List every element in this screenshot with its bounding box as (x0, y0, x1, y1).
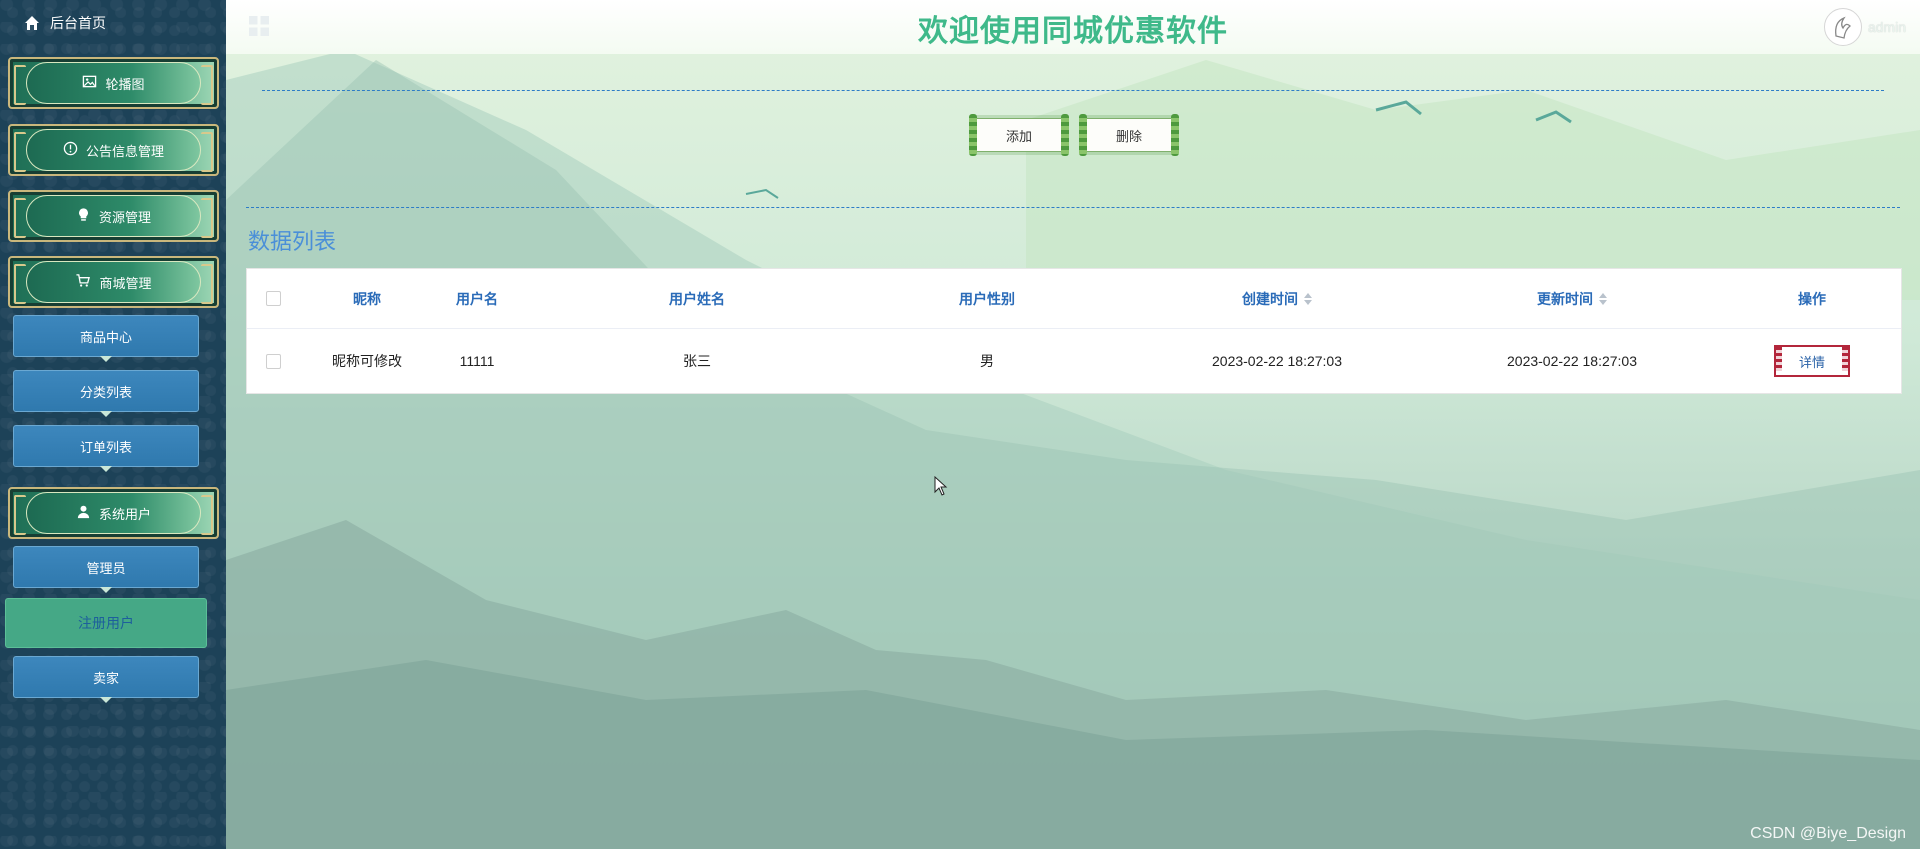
detail-button[interactable]: 详情 (1774, 345, 1850, 377)
sort-icon[interactable] (1304, 292, 1312, 305)
cell-actions: 详情 (1747, 329, 1877, 393)
sidebar-item-label: 轮播图 (105, 76, 145, 92)
row-checkbox[interactable] (265, 353, 281, 369)
top-bar: 欢迎使用同城优惠软件 admin (226, 0, 1920, 54)
sidebar-item-resources[interactable]: 资源管理 (8, 190, 219, 242)
sidebar-home-label: 后台首页 (50, 15, 106, 31)
sidebar-item-system-users[interactable]: 系统用户 (8, 487, 219, 539)
vine-decoration (1171, 114, 1179, 156)
divider (246, 207, 1900, 208)
sidebar-item-label: 商品中心 (79, 329, 132, 345)
add-button[interactable]: 添加 (969, 114, 1069, 156)
table-header-row: 昵称 用户名 用户姓名 用户性别 创建时间 更新时间 操作 (247, 269, 1901, 329)
page-title: 欢迎使用同城优惠软件 (918, 15, 1228, 48)
cell-updated: 2023-02-22 18:27:03 (1507, 353, 1637, 369)
mouse-cursor-icon (934, 475, 948, 501)
info-circle-icon (63, 141, 78, 159)
column-header-updated-label: 更新时间 (1537, 290, 1593, 307)
vine-decoration (1079, 114, 1087, 156)
table-row: 昵称可修改 11111 张三 男 2023-02-22 18:27:03 202… (247, 329, 1901, 393)
sidebar-item-category-list[interactable]: 分类列表 (13, 370, 199, 417)
sidebar-item-label: 订单列表 (79, 439, 132, 455)
column-header-created-label: 创建时间 (1242, 290, 1298, 307)
cell-realname: 张三 (683, 353, 711, 369)
add-button-label: 添加 (1005, 128, 1032, 144)
column-header-updated[interactable]: 更新时间 (1427, 269, 1717, 328)
sidebar-item-order-list[interactable]: 订单列表 (13, 425, 199, 472)
bulb-icon (76, 207, 91, 225)
sidebar-item-mall[interactable]: 商城管理 (8, 256, 219, 308)
column-header-actions: 操作 (1798, 290, 1826, 307)
column-header-created[interactable]: 创建时间 (1127, 269, 1427, 328)
sidebar-item-goods-center[interactable]: 商品中心 (13, 315, 199, 362)
sidebar-item-admin[interactable]: 管理员 (13, 546, 199, 593)
sidebar-item-label: 资源管理 (98, 209, 151, 225)
main-content: 欢迎使用同城优惠软件 admin 添加 删除 数据列表 昵称 用户名 用户姓名 … (226, 0, 1920, 849)
divider (262, 90, 1884, 91)
column-header-username: 用户名 (456, 290, 498, 307)
vine-decoration (1061, 114, 1069, 156)
watermark: CSDN @Biye_Design (1750, 825, 1906, 842)
row-select-cell (265, 329, 281, 393)
sidebar-item-label: 公告信息管理 (85, 143, 164, 159)
sidebar: 后台首页 轮播图 公告信息管理 资源管理 商城管理 商品中心 分类列表 订单列表… (0, 0, 226, 849)
section-title: 数据列表 (248, 229, 337, 254)
username: admin (1867, 19, 1906, 35)
sidebar-item-registered-users[interactable]: 注册用户 (5, 598, 207, 648)
sidebar-item-announcement[interactable]: 公告信息管理 (8, 124, 219, 176)
cart-icon (75, 273, 91, 291)
sidebar-item-label: 卖家 (92, 670, 119, 686)
sidebar-item-seller[interactable]: 卖家 (13, 656, 199, 703)
detail-button-label: 详情 (1798, 354, 1825, 370)
sidebar-item-label: 分类列表 (79, 384, 132, 400)
sidebar-item-label: 商城管理 (99, 275, 152, 291)
sort-icon[interactable] (1599, 292, 1607, 305)
home-icon (24, 15, 40, 31)
user-icon (76, 504, 91, 522)
sidebar-item-label: 注册用户 (78, 615, 134, 631)
cell-username: 11111 (459, 353, 495, 369)
select-all-cell (265, 269, 281, 328)
sidebar-item-label: 管理员 (86, 560, 126, 576)
vine-decoration (969, 114, 977, 156)
select-all-checkbox[interactable] (265, 291, 281, 306)
mountain-background (226, 50, 1920, 849)
cell-created: 2023-02-22 18:27:03 (1212, 353, 1342, 369)
image-icon (82, 74, 97, 92)
user-menu[interactable]: admin (1823, 8, 1906, 46)
column-header-gender: 用户性别 (959, 290, 1015, 307)
sidebar-item-carousel[interactable]: 轮播图 (8, 57, 219, 109)
delete-button[interactable]: 删除 (1079, 114, 1179, 156)
sidebar-home-link[interactable]: 后台首页 (0, 0, 226, 46)
sidebar-item-label: 系统用户 (98, 506, 151, 522)
delete-button-label: 删除 (1115, 128, 1142, 144)
data-table: 昵称 用户名 用户姓名 用户性别 创建时间 更新时间 操作 昵称可修改 1111… (246, 268, 1902, 394)
column-header-realname: 用户姓名 (669, 290, 725, 307)
cell-gender: 男 (980, 353, 994, 369)
avatar (1823, 8, 1862, 46)
